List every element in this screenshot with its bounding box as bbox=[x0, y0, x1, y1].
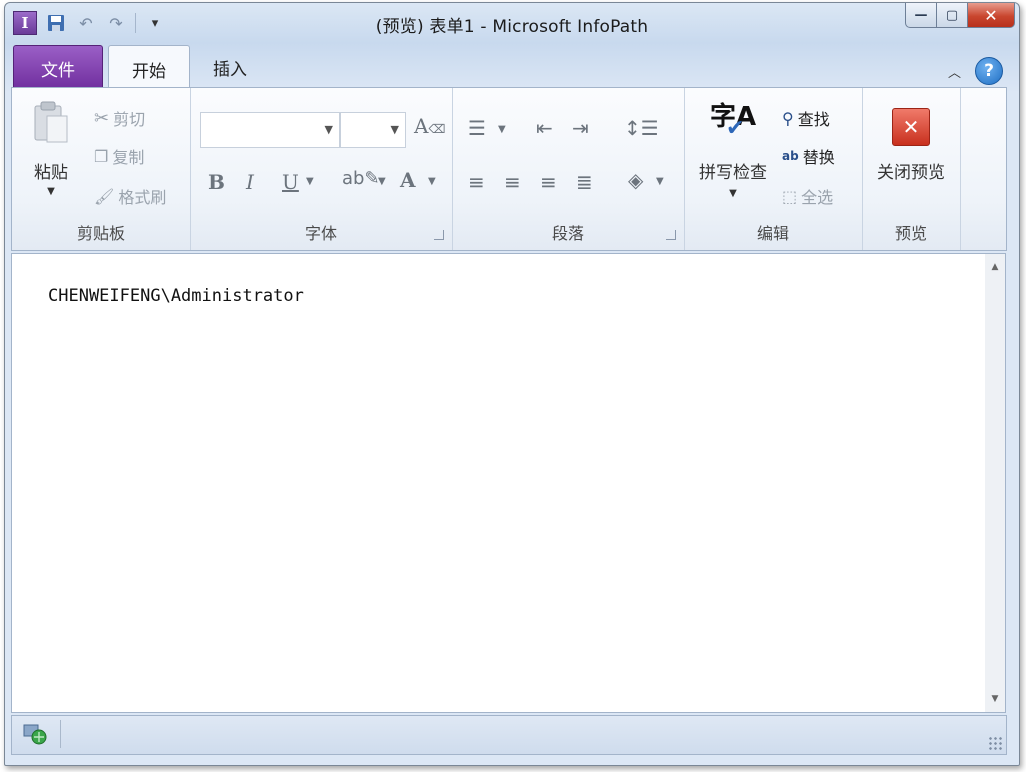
close-preview-icon: ✕ bbox=[892, 108, 930, 146]
font-color-button[interactable]: A bbox=[400, 168, 416, 192]
ribbon-right-controls: ︿ ? bbox=[948, 57, 1003, 85]
title-bar: I ↶ ↷ ▾ (预览) 表单1 - Microsoft InfoPath — … bbox=[5, 3, 1019, 41]
font-size-dropdown-icon: ▼ bbox=[390, 123, 399, 136]
select-all-button[interactable]: ⬚ 全选 bbox=[782, 184, 833, 208]
font-name-dropdown-icon: ▼ bbox=[324, 123, 333, 136]
font-name-combo[interactable]: ▼ bbox=[200, 112, 340, 148]
tab-home[interactable]: 开始 bbox=[108, 45, 190, 92]
scissors-icon: ✂ bbox=[94, 107, 110, 129]
close-preview-button[interactable]: ✕ 关闭预览 bbox=[862, 102, 960, 192]
underline-button[interactable]: U bbox=[282, 170, 299, 194]
shading-icon[interactable]: ◈ bbox=[628, 168, 643, 192]
font-group-label: 字体 bbox=[304, 224, 337, 243]
window-controls: — ▢ ✕ bbox=[905, 3, 1015, 28]
binoculars-icon: ⚲ bbox=[782, 108, 794, 128]
bullets-icon[interactable]: ☰ bbox=[468, 116, 486, 140]
shading-dropdown-icon[interactable]: ▼ bbox=[656, 176, 664, 187]
bold-button[interactable]: B bbox=[208, 170, 225, 194]
select-all-icon: ⬚ bbox=[782, 186, 798, 206]
cut-label: 剪切 bbox=[113, 110, 146, 129]
replace-icon: ab bbox=[782, 149, 799, 163]
close-preview-label: 关闭预览 bbox=[877, 163, 945, 183]
find-button[interactable]: ⚲ 查找 bbox=[782, 106, 830, 130]
copy-button[interactable]: ❐ 复制 bbox=[94, 144, 144, 168]
status-separator bbox=[60, 720, 61, 748]
paste-icon bbox=[34, 101, 68, 143]
line-spacing-icon[interactable]: ↕☰ bbox=[624, 116, 659, 140]
preview-group: ✕ 关闭预览 预览 bbox=[862, 88, 961, 250]
paste-label: 粘贴 bbox=[34, 163, 68, 183]
spell-check-label: 拼写检查 bbox=[699, 163, 767, 183]
format-painter-button[interactable]: 🖌 格式刷 bbox=[94, 184, 166, 208]
network-status-icon[interactable] bbox=[22, 722, 48, 746]
replace-label: 替换 bbox=[802, 148, 835, 167]
vertical-scrollbar[interactable]: ▲ ▼ bbox=[985, 253, 1006, 713]
window-title: (预览) 表单1 - Microsoft InfoPath bbox=[375, 17, 649, 37]
underline-dropdown-icon[interactable]: ▼ bbox=[306, 176, 314, 187]
paste-button[interactable]: 粘贴 ▼ bbox=[26, 100, 76, 210]
bullets-dropdown-icon[interactable]: ▼ bbox=[498, 124, 506, 135]
scroll-up-icon[interactable]: ▲ bbox=[985, 258, 1005, 276]
form-canvas[interactable]: CHENWEIFENG\Administrator bbox=[11, 253, 987, 713]
resize-grip-icon[interactable] bbox=[988, 736, 1002, 750]
format-painter-label: 格式刷 bbox=[118, 188, 167, 207]
paintbrush-icon: 🖌 bbox=[94, 186, 115, 206]
clipboard-group-label: 剪贴板 bbox=[76, 224, 125, 243]
italic-button[interactable]: I bbox=[246, 170, 254, 194]
tab-insert[interactable]: 插入 bbox=[197, 45, 263, 89]
minimize-button[interactable]: — bbox=[905, 3, 937, 28]
ribbon: 粘贴 ▼ ✂ 剪切 ❐ 复制 🖌 格式刷 剪贴板 ▼ ▼ A⌫ B I U ▼ … bbox=[11, 87, 1007, 251]
status-bar bbox=[11, 715, 1007, 755]
font-group: ▼ ▼ A⌫ B I U ▼ ab✎ ▼ A ▼ 字体 bbox=[190, 88, 453, 250]
font-size-combo[interactable]: ▼ bbox=[340, 112, 406, 148]
preview-group-label: 预览 bbox=[894, 224, 927, 243]
font-color-dropdown-icon[interactable]: ▼ bbox=[428, 176, 436, 187]
copy-icon: ❐ bbox=[94, 146, 109, 166]
justify-icon[interactable]: ≣ bbox=[576, 170, 593, 194]
editing-group-label: 编辑 bbox=[756, 224, 789, 243]
tab-file[interactable]: 文件 bbox=[13, 45, 103, 90]
minimize-ribbon-icon[interactable]: ︿ bbox=[948, 62, 961, 81]
replace-button[interactable]: ab 替换 bbox=[782, 144, 835, 168]
align-center-icon[interactable]: ≡ bbox=[504, 170, 521, 194]
align-right-icon[interactable]: ≡ bbox=[540, 170, 557, 194]
spell-check-button[interactable]: 字A ✔ 拼写检查 ▼ bbox=[690, 96, 776, 210]
select-all-label: 全选 bbox=[801, 188, 834, 207]
decrease-indent-icon[interactable]: ⇤ bbox=[536, 116, 553, 140]
paragraph-group-label: 段落 bbox=[551, 224, 584, 243]
paragraph-group: ☰ ▼ ⇤ ⇥ ↕☰ ≡ ≡ ≡ ≣ ◈ ▼ 段落 bbox=[452, 88, 685, 250]
copy-label: 复制 bbox=[112, 148, 145, 167]
help-icon[interactable]: ? bbox=[975, 57, 1003, 85]
maximize-button[interactable]: ▢ bbox=[937, 3, 968, 28]
highlight-dropdown-icon[interactable]: ▼ bbox=[378, 176, 386, 187]
infopath-window: I ↶ ↷ ▾ (预览) 表单1 - Microsoft InfoPath — … bbox=[4, 2, 1020, 766]
ribbon-tabs: 文件 开始 插入 ︿ ? bbox=[5, 43, 1019, 92]
align-left-icon[interactable]: ≡ bbox=[468, 170, 485, 194]
find-label: 查找 bbox=[797, 110, 830, 129]
paste-dropdown-icon[interactable]: ▼ bbox=[26, 186, 76, 197]
editing-group: 字A ✔ 拼写检查 ▼ ⚲ 查找 ab 替换 ⬚ 全选 编辑 bbox=[684, 88, 863, 250]
spell-check-dropdown-icon[interactable]: ▼ bbox=[690, 188, 776, 199]
scroll-down-icon[interactable]: ▼ bbox=[985, 690, 1005, 708]
checkmark-icon: ✔ bbox=[726, 116, 745, 141]
close-button[interactable]: ✕ bbox=[968, 3, 1015, 28]
increase-indent-icon[interactable]: ⇥ bbox=[572, 116, 589, 140]
clipboard-group: 粘贴 ▼ ✂ 剪切 ❐ 复制 🖌 格式刷 剪贴板 bbox=[12, 88, 191, 250]
username-text: CHENWEIFENG\Administrator bbox=[48, 286, 304, 306]
highlight-icon[interactable]: ab✎ bbox=[342, 168, 380, 189]
cut-button[interactable]: ✂ 剪切 bbox=[94, 106, 145, 130]
clear-formatting-icon[interactable]: A⌫ bbox=[414, 114, 445, 138]
